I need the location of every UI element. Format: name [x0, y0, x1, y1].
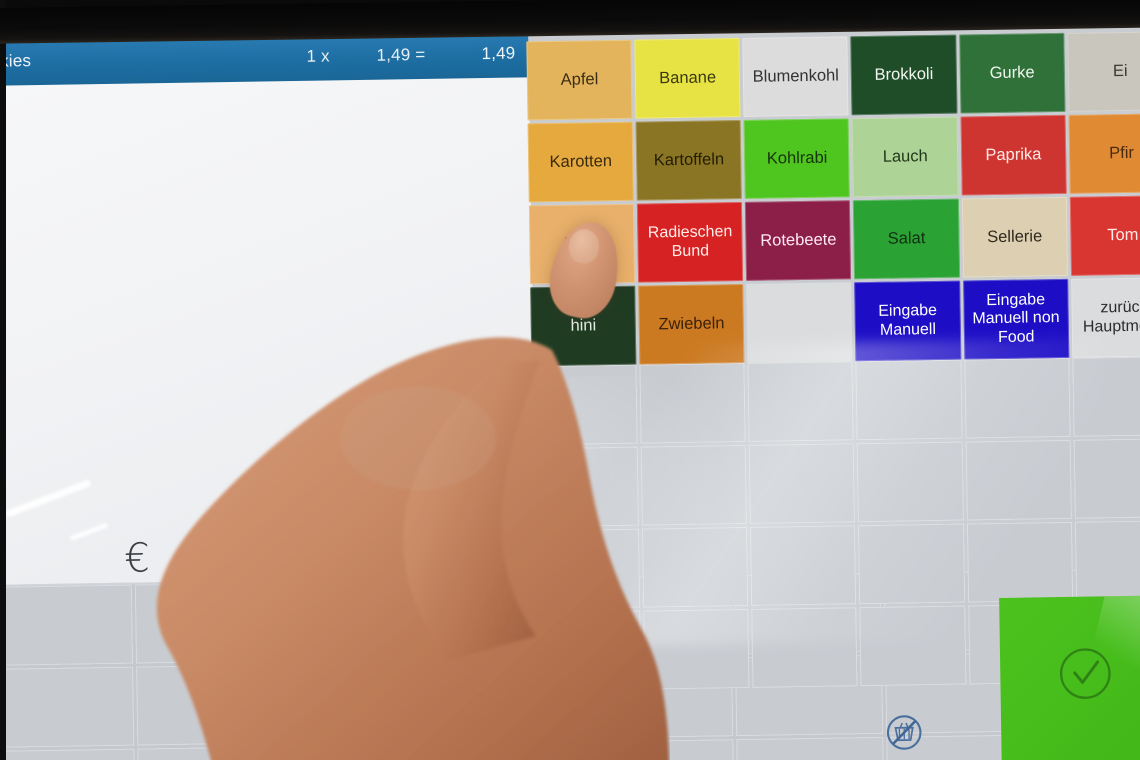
product-tile-label: Sellerie	[987, 227, 1043, 247]
grid-cell	[965, 439, 1072, 521]
no-basket-icon	[883, 711, 926, 754]
product-tile-label: Banane	[659, 68, 717, 88]
product-tile-label: Rotebeete	[760, 230, 837, 250]
product-tile-apfel[interactable]: Apfel	[526, 39, 633, 121]
grid-cell	[751, 607, 858, 688]
product-tile-zur-ck-hauptmen[interactable]: zurück Hauptmenü	[1070, 277, 1140, 358]
confirm-button[interactable]	[999, 595, 1140, 760]
screen-glare	[5, 479, 92, 518]
grid-cell	[285, 661, 434, 744]
product-tile-label: Gurke	[989, 63, 1035, 83]
grid-cell	[639, 362, 746, 444]
grid-cell	[749, 443, 856, 524]
product-tile-label: Apfel	[560, 70, 599, 89]
product-tile-tom[interactable]: Tom	[1069, 195, 1140, 276]
product-tile-label: Paprika	[985, 145, 1042, 165]
fingernail	[567, 227, 601, 265]
grid-cell	[137, 746, 286, 760]
product-tile-zwiebeln[interactable]: Zwiebeln	[638, 283, 745, 365]
grid-cell	[642, 526, 749, 608]
product-tile-label: Pfir	[1109, 143, 1135, 163]
grid-cell	[531, 364, 638, 446]
grid-cell	[643, 608, 750, 690]
grid-cell	[855, 359, 963, 441]
receipt-panel: ercookies 1 x 1,49 = 1,49 €	[0, 17, 537, 586]
product-tile-label: Karotten	[549, 151, 613, 171]
product-tile-label: zurück Hauptmenü	[1082, 298, 1140, 336]
grid-cell	[532, 446, 640, 528]
grid-cell	[859, 605, 967, 687]
grid-cell	[640, 444, 748, 526]
receipt-item-unit-price: 1,49 =	[376, 44, 426, 65]
grid-cell	[1072, 356, 1140, 437]
product-tile-salat[interactable]: Salat	[853, 198, 960, 280]
product-tile-label: Blumenkohl	[752, 66, 840, 86]
check-circle-icon	[1056, 644, 1115, 703]
device-bezel-left	[0, 0, 6, 760]
grid-cell	[1074, 520, 1140, 601]
product-tile-banane[interactable]: Banane	[634, 38, 741, 119]
product-tile-sellerie[interactable]: Sellerie	[961, 196, 1068, 278]
product-tile-label: Zwiebeln	[658, 314, 725, 334]
product-tile-label: Ei	[1112, 61, 1128, 81]
grid-cell	[964, 357, 1071, 439]
touchscreen-screen: ercookies 1 x 1,49 = 1,49 € Apfel Banane B…	[0, 0, 1140, 760]
grid-cell	[533, 528, 641, 610]
product-tile-karotten[interactable]: Karotten	[527, 121, 634, 203]
product-tile-eingabe-manuell-non-food[interactable]: Eingabe Manuell non Food	[962, 278, 1070, 360]
product-tile-rotebeete[interactable]: Rotebeete	[745, 200, 852, 281]
product-tile-label: Lauch	[882, 147, 928, 166]
grid-cell	[966, 521, 1073, 603]
grid-cell	[135, 664, 285, 746]
grid-cell	[747, 361, 855, 442]
grid-cell	[750, 525, 857, 606]
grid-cell	[857, 441, 964, 523]
product-tile-eingabe-manuell[interactable]: Eingabe Manuell	[854, 280, 962, 362]
product-tile-radieschen-bund[interactable]: Radieschen Bund	[637, 201, 744, 283]
product-tile-pfir[interactable]: Pfir	[1068, 113, 1140, 194]
grid-cell	[287, 743, 436, 760]
product-tile-ei[interactable]: Ei	[1067, 31, 1140, 112]
product-tile-label: Kartoffeln	[653, 150, 725, 170]
product-tile-brokkoli[interactable]: Brokkoli	[850, 34, 958, 116]
grid-cell	[858, 523, 965, 605]
product-grid: Apfel Banane Blumenkohl Brokkoli Gurke Ei Karo…	[526, 31, 1140, 367]
grid-cell	[0, 584, 133, 666]
product-tile-kartoffeln[interactable]: Kartoffeln	[635, 119, 743, 201]
product-tile-label: hini	[570, 316, 597, 335]
screen-glare	[69, 522, 109, 542]
grid-cell	[535, 610, 642, 692]
product-tile-label: Kohlrabi	[766, 148, 828, 168]
product-tile-blumenkohl[interactable]: Blumenkohl	[742, 36, 849, 117]
pos-surface: ercookies 1 x 1,49 = 1,49 € Apfel Banane B…	[0, 7, 1140, 760]
product-tile-label: Eingabe Manuell non Food	[972, 290, 1060, 346]
product-tile-gurke[interactable]: Gurke	[958, 32, 1066, 114]
currency-symbol: €	[124, 535, 151, 582]
product-tile-kohlrabi[interactable]: Kohlrabi	[743, 118, 851, 199]
grid-cell	[134, 582, 283, 664]
product-tile-label: Brokkoli	[874, 64, 934, 84]
grid-cell	[284, 579, 433, 662]
receipt-item-total: 1,49	[481, 43, 516, 64]
product-tile-lauch[interactable]: Lauch	[852, 116, 959, 198]
product-tile-empty	[746, 282, 853, 363]
grid-cell	[1073, 438, 1140, 519]
product-tile-paprika[interactable]: Paprika	[960, 114, 1067, 196]
receipt-item-quantity: 1 x	[306, 46, 330, 66]
product-tile-label: Tom	[1107, 225, 1139, 245]
product-tile-label: Eingabe Manuell	[878, 301, 938, 339]
grid-cell	[0, 666, 135, 748]
product-tile-label: Radieschen Bund	[647, 223, 733, 260]
product-tile-label: Salat	[887, 229, 926, 248]
grid-cell	[0, 748, 136, 760]
